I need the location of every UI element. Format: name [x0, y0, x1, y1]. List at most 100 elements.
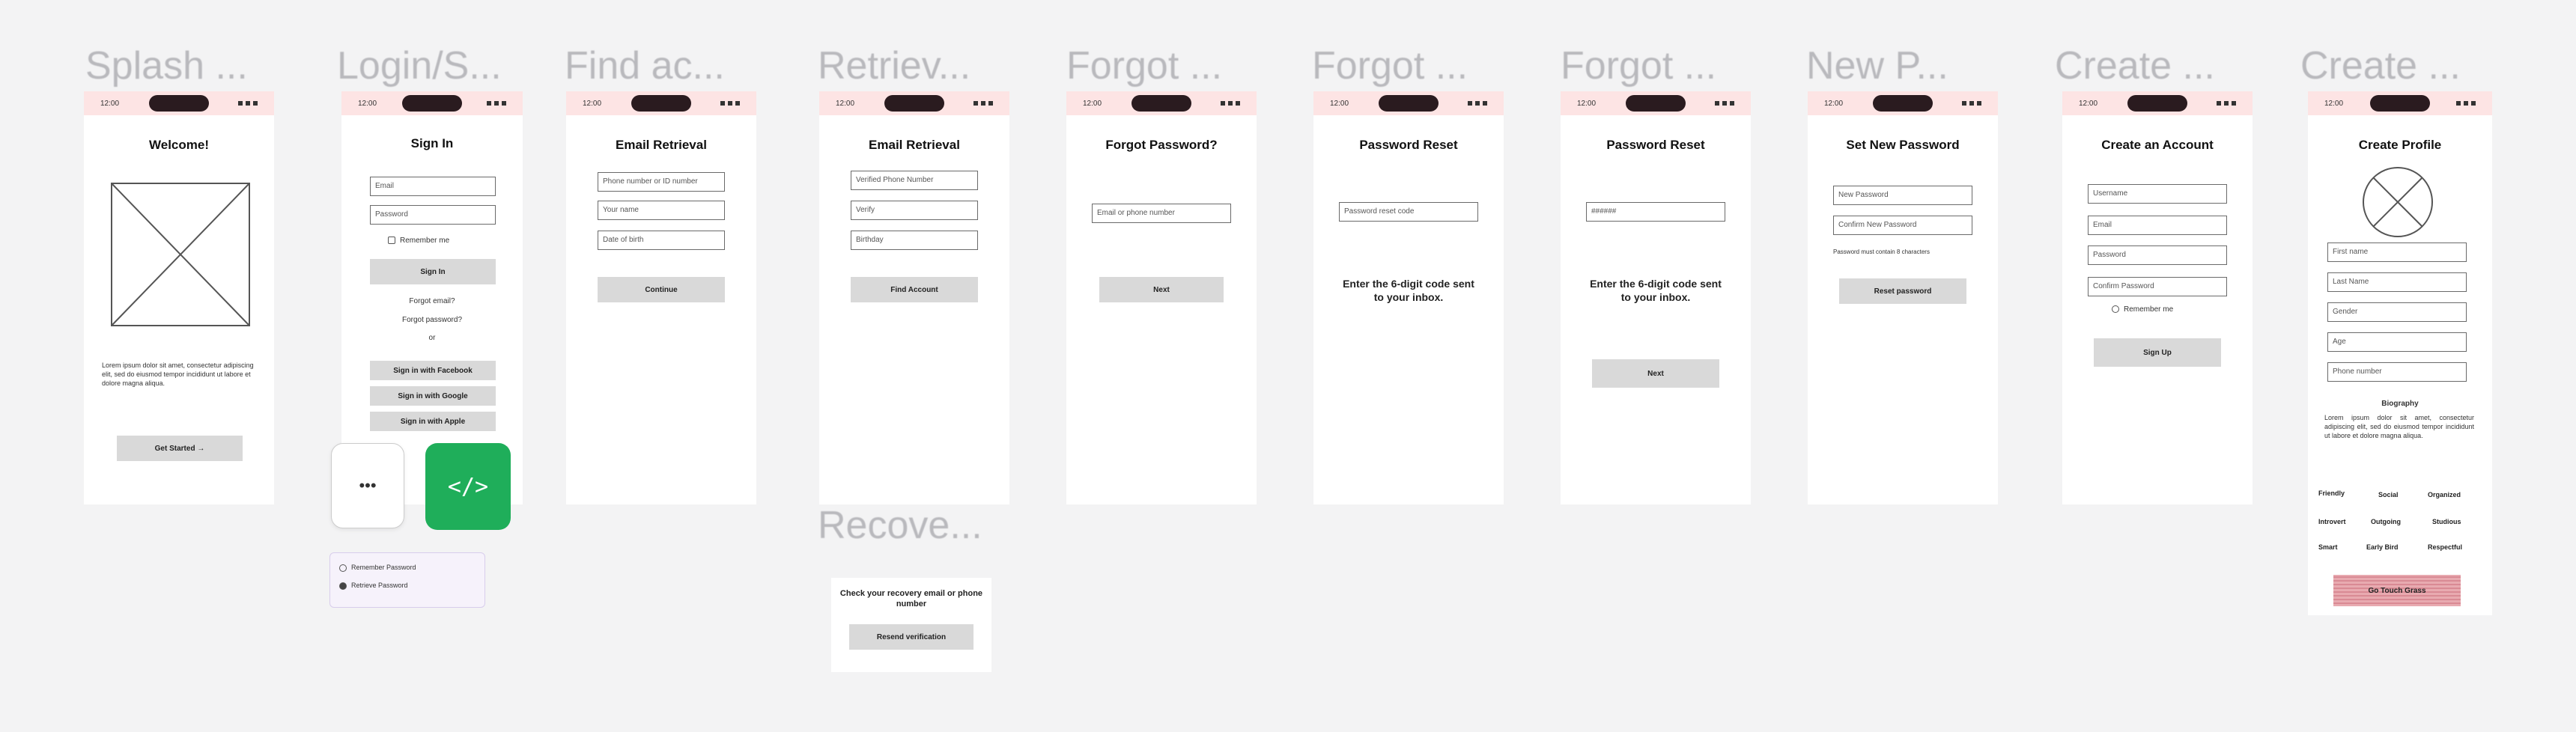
- tag-chip[interactable]: Outgoing: [2371, 518, 2401, 525]
- frame-recover[interactable]: Check your recovery email or phone numbe…: [831, 578, 991, 672]
- more-options-button[interactable]: •••: [331, 443, 404, 528]
- password-field[interactable]: Password: [370, 205, 496, 225]
- frame-title-create-account[interactable]: Create ...: [2055, 46, 2215, 85]
- frame-password-reset[interactable]: 12:00 Password Reset Password reset code…: [1313, 91, 1504, 504]
- status-icons: [238, 101, 258, 106]
- status-bar: 12:00: [2062, 91, 2253, 115]
- frame-password-reset-2[interactable]: 12:00 Password Reset ###### Enter the 6-…: [1561, 91, 1751, 504]
- remember-password-option[interactable]: Remember Password: [339, 564, 416, 572]
- status-time: 12:00: [358, 99, 377, 108]
- find-account-button[interactable]: Find Account: [851, 277, 978, 302]
- name-field[interactable]: Your name: [598, 201, 725, 220]
- reset-password-button[interactable]: Reset password: [1839, 278, 1966, 304]
- continue-button[interactable]: Continue: [598, 277, 725, 302]
- go-touch-grass-button[interactable]: Go Touch Grass: [2333, 575, 2461, 606]
- password-field[interactable]: Password: [2088, 245, 2227, 265]
- radio-empty-icon: [339, 564, 347, 572]
- frame-title-create-profile[interactable]: Create ...: [2300, 46, 2461, 85]
- google-signin-button[interactable]: Sign in with Google: [370, 386, 496, 406]
- email-field[interactable]: Email: [370, 177, 496, 196]
- phone-id-field[interactable]: Phone number or ID number: [598, 172, 725, 192]
- frame-title-splash[interactable]: Splash ...: [85, 46, 248, 85]
- sign-in-button[interactable]: Sign In: [370, 259, 496, 284]
- sign-up-button[interactable]: Sign Up: [2094, 338, 2221, 367]
- forgot-email-link[interactable]: Forgot email?: [341, 297, 523, 305]
- reset-code-field[interactable]: Password reset code: [1339, 202, 1478, 222]
- frame-title-forgot-1[interactable]: Forgot ...: [1066, 46, 1222, 85]
- verified-phone-field[interactable]: Verified Phone Number: [851, 171, 978, 190]
- status-bar: 12:00: [819, 91, 1009, 115]
- facebook-signin-button[interactable]: Sign in with Facebook: [370, 361, 496, 380]
- status-time: 12:00: [100, 99, 120, 108]
- frame-find-account[interactable]: 12:00 Email Retrieval Phone number or ID…: [566, 91, 756, 504]
- birthday-field[interactable]: Birthday: [851, 231, 978, 250]
- status-time: 12:00: [836, 99, 855, 108]
- apple-signin-button[interactable]: Sign in with Apple: [370, 412, 496, 431]
- new-password-field[interactable]: New Password: [1833, 186, 1972, 205]
- gender-field[interactable]: Gender: [2327, 302, 2467, 322]
- notch: [1872, 95, 1933, 112]
- frame-create-profile[interactable]: 12:00 Create Profile First name Last Nam…: [2308, 91, 2492, 615]
- recovery-message: Check your recovery email or phone numbe…: [839, 589, 983, 609]
- status-bar: 12:00: [1561, 91, 1751, 115]
- tag-chip[interactable]: Social: [2378, 491, 2399, 498]
- tag-chip[interactable]: Respectful: [2428, 543, 2462, 551]
- forgot-password-link[interactable]: Forgot password?: [341, 316, 523, 324]
- tag-chip[interactable]: Early Bird: [2366, 543, 2399, 551]
- status-icons: [1715, 101, 1734, 106]
- tag-chip[interactable]: Organized: [2428, 491, 2461, 498]
- radio-selected-icon: [339, 582, 347, 590]
- confirm-password-field[interactable]: Confirm New Password: [1833, 216, 1972, 235]
- frame-title-recover[interactable]: Recove...: [818, 506, 982, 545]
- tag-chip[interactable]: Smart: [2318, 543, 2338, 551]
- remember-me-checkbox[interactable]: Remember me: [2112, 305, 2173, 314]
- frame-title-forgot-3[interactable]: Forgot ...: [1561, 46, 1716, 85]
- biography-text: Lorem ipsum dolor sit amet, consectetur …: [2324, 414, 2474, 439]
- code-icon: </>: [447, 473, 489, 500]
- tag-chip[interactable]: Studious: [2432, 518, 2461, 525]
- code-button[interactable]: </>: [425, 443, 511, 530]
- frame-forgot-password[interactable]: 12:00 Forgot Password? Email or phone nu…: [1066, 91, 1257, 504]
- frame-create-account[interactable]: 12:00 Create an Account Username Email P…: [2062, 91, 2253, 504]
- screen-heading: Sign In: [410, 136, 454, 150]
- first-name-field[interactable]: First name: [2327, 243, 2467, 262]
- status-bar: 12:00: [1313, 91, 1504, 115]
- get-started-button[interactable]: Get Started →: [117, 436, 243, 461]
- or-divider: or: [428, 334, 436, 342]
- username-field[interactable]: Username: [2088, 184, 2227, 204]
- email-phone-field[interactable]: Email or phone number: [1092, 204, 1231, 223]
- password-options-popup[interactable]: Remember Password Retrieve Password: [329, 552, 485, 608]
- tag-chip[interactable]: Friendly: [2318, 489, 2345, 497]
- frame-title-retrieve[interactable]: Retriev...: [818, 46, 970, 85]
- code-entry-field[interactable]: ######: [1586, 202, 1725, 222]
- verify-field[interactable]: Verify: [851, 201, 978, 220]
- frame-retrieve[interactable]: 12:00 Email Retrieval Verified Phone Num…: [819, 91, 1009, 504]
- frame-splash[interactable]: 12:00 Welcome! Lorem ipsum dolor sit ame…: [84, 91, 274, 504]
- dob-field[interactable]: Date of birth: [598, 231, 725, 250]
- next-button[interactable]: Next: [1592, 359, 1719, 388]
- screen-heading: Forgot Password?: [1105, 138, 1218, 152]
- email-field[interactable]: Email: [2088, 216, 2227, 235]
- frame-title-find[interactable]: Find ac...: [565, 46, 725, 85]
- last-name-field[interactable]: Last Name: [2327, 272, 2467, 292]
- age-field[interactable]: Age: [2327, 332, 2467, 352]
- frame-title-login[interactable]: Login/S...: [337, 46, 502, 85]
- screen-heading: Set New Password: [1846, 138, 1960, 152]
- frame-title-forgot-2[interactable]: Forgot ...: [1312, 46, 1468, 85]
- confirm-password-field[interactable]: Confirm Password: [2088, 277, 2227, 296]
- status-time: 12:00: [1330, 99, 1349, 108]
- remember-me-label: Remember me: [2124, 305, 2174, 314]
- phone-number-field[interactable]: Phone number: [2327, 362, 2467, 382]
- remember-me-checkbox[interactable]: Remember me: [388, 237, 449, 245]
- frame-title-new-password[interactable]: New P...: [1806, 46, 1948, 85]
- frame-new-password[interactable]: 12:00 Set New Password New Password Conf…: [1808, 91, 1998, 504]
- status-time: 12:00: [1577, 99, 1597, 108]
- tag-chip[interactable]: Introvert: [2318, 518, 2346, 525]
- radio-empty-icon: [2112, 305, 2119, 314]
- next-button[interactable]: Next: [1099, 277, 1224, 302]
- code-instruction: Enter the 6-digit code sent to your inbo…: [1343, 278, 1474, 303]
- retrieve-password-option[interactable]: Retrieve Password: [339, 582, 408, 590]
- remember-me-label: Remember me: [400, 237, 450, 245]
- resend-verification-button[interactable]: Resend verification: [849, 624, 973, 650]
- status-bar: 12:00: [2308, 91, 2492, 115]
